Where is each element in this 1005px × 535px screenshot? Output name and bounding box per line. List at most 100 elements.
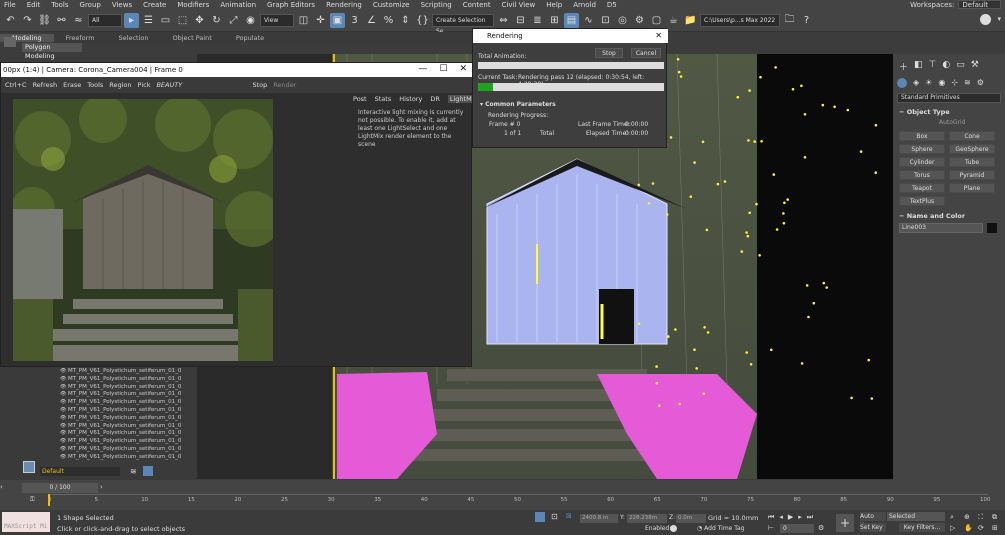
explorer-row[interactable]: 👁 MT_PM_V61_Polystichum_setiferum_01_0 xyxy=(60,375,190,383)
scale-icon[interactable]: ⤢ xyxy=(226,13,241,28)
enabled-toggle[interactable] xyxy=(670,525,677,532)
layer-manager-icon[interactable] xyxy=(143,466,153,476)
snap-icon[interactable]: 3 xyxy=(347,13,362,28)
layer-explorer-icon[interactable]: ≣ xyxy=(530,13,545,28)
primitive-torus-button[interactable]: Torus xyxy=(899,170,945,180)
tab-post[interactable]: Post xyxy=(353,95,367,103)
fov-icon[interactable]: ▷ xyxy=(950,524,962,532)
pick-button[interactable]: Pick xyxy=(138,81,151,89)
zoom-icon[interactable]: ⌕ xyxy=(950,513,962,522)
rotate-icon[interactable]: ↻ xyxy=(209,13,224,28)
scene-explorer-icon[interactable]: ⊞ xyxy=(547,13,562,28)
explorer-row[interactable]: 👁 MT_PM_V61_Polystichum_setiferum_01_0 xyxy=(60,445,190,453)
stop-render-button[interactable]: Stop xyxy=(595,48,623,58)
visibility-icon[interactable]: 👁 xyxy=(60,454,68,460)
lights-icon[interactable]: ☀ xyxy=(925,78,932,88)
move-icon[interactable]: ✥ xyxy=(192,13,207,28)
explorer-row[interactable]: 👁 MT_PM_V61_Polystichum_setiferum_01_0 xyxy=(60,390,190,398)
explorer-row[interactable]: 👁 MT_PM_V61_Polystichum_setiferum_01_0 xyxy=(60,406,190,414)
primitive-teapot-button[interactable]: Teapot xyxy=(899,183,945,193)
primitive-plane-button[interactable]: Plane xyxy=(949,183,995,193)
zoom-all-icon[interactable]: ⊕ xyxy=(964,513,976,522)
visibility-icon[interactable]: 👁 xyxy=(60,438,68,444)
undo-icon[interactable]: ↶ xyxy=(3,13,18,28)
primitive-textplus-button[interactable]: TextPlus xyxy=(899,196,945,206)
hierarchy-tab-icon[interactable]: ⊤ xyxy=(929,60,937,73)
key-mode-icon[interactable]: ⊢ xyxy=(768,524,774,532)
play-icon[interactable]: ▶ xyxy=(788,513,793,522)
place-icon[interactable]: ◉ xyxy=(243,13,258,28)
time-slider-prev-icon[interactable]: ‹ xyxy=(0,483,3,491)
visibility-icon[interactable]: 👁 xyxy=(60,415,68,421)
key-icon[interactable]: ⚿ xyxy=(30,496,35,504)
add-time-tag[interactable]: ◔ Add Time Tag xyxy=(697,525,744,532)
explorer-row[interactable]: 👁 MT_PM_V61_Polystichum_setiferum_01_0 xyxy=(60,437,190,445)
helpers-icon[interactable]: ⊹ xyxy=(951,78,958,88)
shapes-icon[interactable]: ◈ xyxy=(913,78,919,88)
key-filters-button[interactable]: Key Filters... xyxy=(899,523,945,532)
primitive-cylinder-button[interactable]: Cylinder xyxy=(899,157,945,167)
menu-item-d5[interactable]: D5 xyxy=(607,1,617,9)
ribbon-tab-object-paint[interactable]: Object Paint xyxy=(161,34,224,42)
name-color-header[interactable]: − Name and Color xyxy=(899,212,965,220)
visibility-icon[interactable]: 👁 xyxy=(60,430,68,436)
menu-item-customize[interactable]: Customize xyxy=(373,1,410,9)
user-avatar-icon[interactable] xyxy=(980,13,992,25)
isolate-selection-icon[interactable] xyxy=(535,512,545,522)
explorer-row[interactable]: 👁 MT_PM_V61_Polystichum_setiferum_01_0 xyxy=(60,422,190,430)
autogrid-checkbox[interactable]: AutoGrid xyxy=(939,119,966,126)
motion-tab-icon[interactable]: ◐ xyxy=(942,60,950,73)
x-coord-field[interactable]: 2400.8 m xyxy=(580,514,618,523)
primitive-tube-button[interactable]: Tube xyxy=(949,157,995,167)
render-production-icon[interactable]: ☕ xyxy=(666,13,681,28)
object-type-header[interactable]: − Object Type xyxy=(899,108,950,116)
primitive-pyramid-button[interactable]: Pyramid xyxy=(949,170,995,180)
window-crossing-icon[interactable]: ⬚ xyxy=(175,13,190,28)
common-parameters-header[interactable]: ▾ Common Parameters xyxy=(480,101,556,108)
visibility-icon[interactable]: 👁 xyxy=(60,391,68,397)
manipulate-icon[interactable]: ✛ xyxy=(313,13,328,28)
account-dropdown-icon[interactable]: ▾ xyxy=(997,15,1001,23)
mirror-icon[interactable]: ⇔ xyxy=(496,13,511,28)
schematic-view-icon[interactable]: ⊡ xyxy=(598,13,613,28)
set-key-big-icon[interactable]: + xyxy=(836,514,854,532)
zoom-extents-icon[interactable]: ⛶ xyxy=(978,513,990,522)
prev-frame-icon[interactable]: ◂ xyxy=(779,513,783,522)
menu-item-tools[interactable]: Tools xyxy=(51,1,68,9)
tab-stats[interactable]: Stats xyxy=(375,95,392,103)
rect-selection-icon[interactable]: ▭ xyxy=(158,13,173,28)
auto-key-button[interactable]: Auto Key xyxy=(860,512,886,529)
display-tab-icon[interactable]: ▭ xyxy=(956,60,965,73)
z-coord-field[interactable]: 0.0m xyxy=(676,514,706,523)
primitive-cone-button[interactable]: Cone xyxy=(949,131,995,141)
tools-button[interactable]: Tools xyxy=(87,81,103,89)
explorer-row[interactable]: 👁 MT_PM_V61_Polystichum_setiferum_01_0 xyxy=(60,453,190,461)
track-bar[interactable]: 0510152025303540455055606570758085909510… xyxy=(48,494,991,506)
visibility-icon[interactable]: 👁 xyxy=(60,407,68,413)
visibility-icon[interactable]: 👁 xyxy=(60,376,68,382)
menu-item-group[interactable]: Group xyxy=(80,1,101,9)
select-by-name-icon[interactable]: ☰ xyxy=(141,13,156,28)
project-path-dropdown[interactable]: C:\Users\p...s Max 2022 xyxy=(700,14,780,27)
ribbon-toggle-icon[interactable] xyxy=(2,35,18,49)
menu-item-content[interactable]: Content xyxy=(463,1,491,9)
menu-item-civil-view[interactable]: Civil View xyxy=(502,1,536,9)
maximize-icon[interactable]: ☐ xyxy=(439,64,447,74)
spacewarps-icon[interactable]: ≋ xyxy=(964,78,971,88)
maximize-viewport-icon[interactable]: ⊞ xyxy=(992,524,1004,532)
primitive-geosphere-button[interactable]: GeoSphere xyxy=(949,144,995,154)
primitive-sphere-button[interactable]: Sphere xyxy=(899,144,945,154)
close-icon[interactable]: ✕ xyxy=(459,64,467,74)
absolute-mode-icon[interactable]: ⊠ xyxy=(566,512,572,520)
pan-icon[interactable]: ✋ xyxy=(964,524,976,532)
maxscript-listener[interactable]: MAXScript Mi xyxy=(2,512,50,532)
material-editor-icon[interactable]: ◎ xyxy=(615,13,630,28)
object-color-swatch[interactable] xyxy=(987,223,997,233)
cancel-render-button[interactable]: Cancel xyxy=(631,48,661,58)
explorer-row[interactable]: 👁 MT_PM_V61_Polystichum_setiferum_01_0 xyxy=(60,414,190,422)
layer-icon[interactable] xyxy=(23,461,35,473)
primitive-box-button[interactable]: Box xyxy=(899,131,945,141)
time-config-icon[interactable]: ⚙ xyxy=(818,524,824,532)
curve-editor-icon[interactable]: ∿ xyxy=(581,13,596,28)
selection-filter-dropdown[interactable]: All xyxy=(88,14,122,27)
